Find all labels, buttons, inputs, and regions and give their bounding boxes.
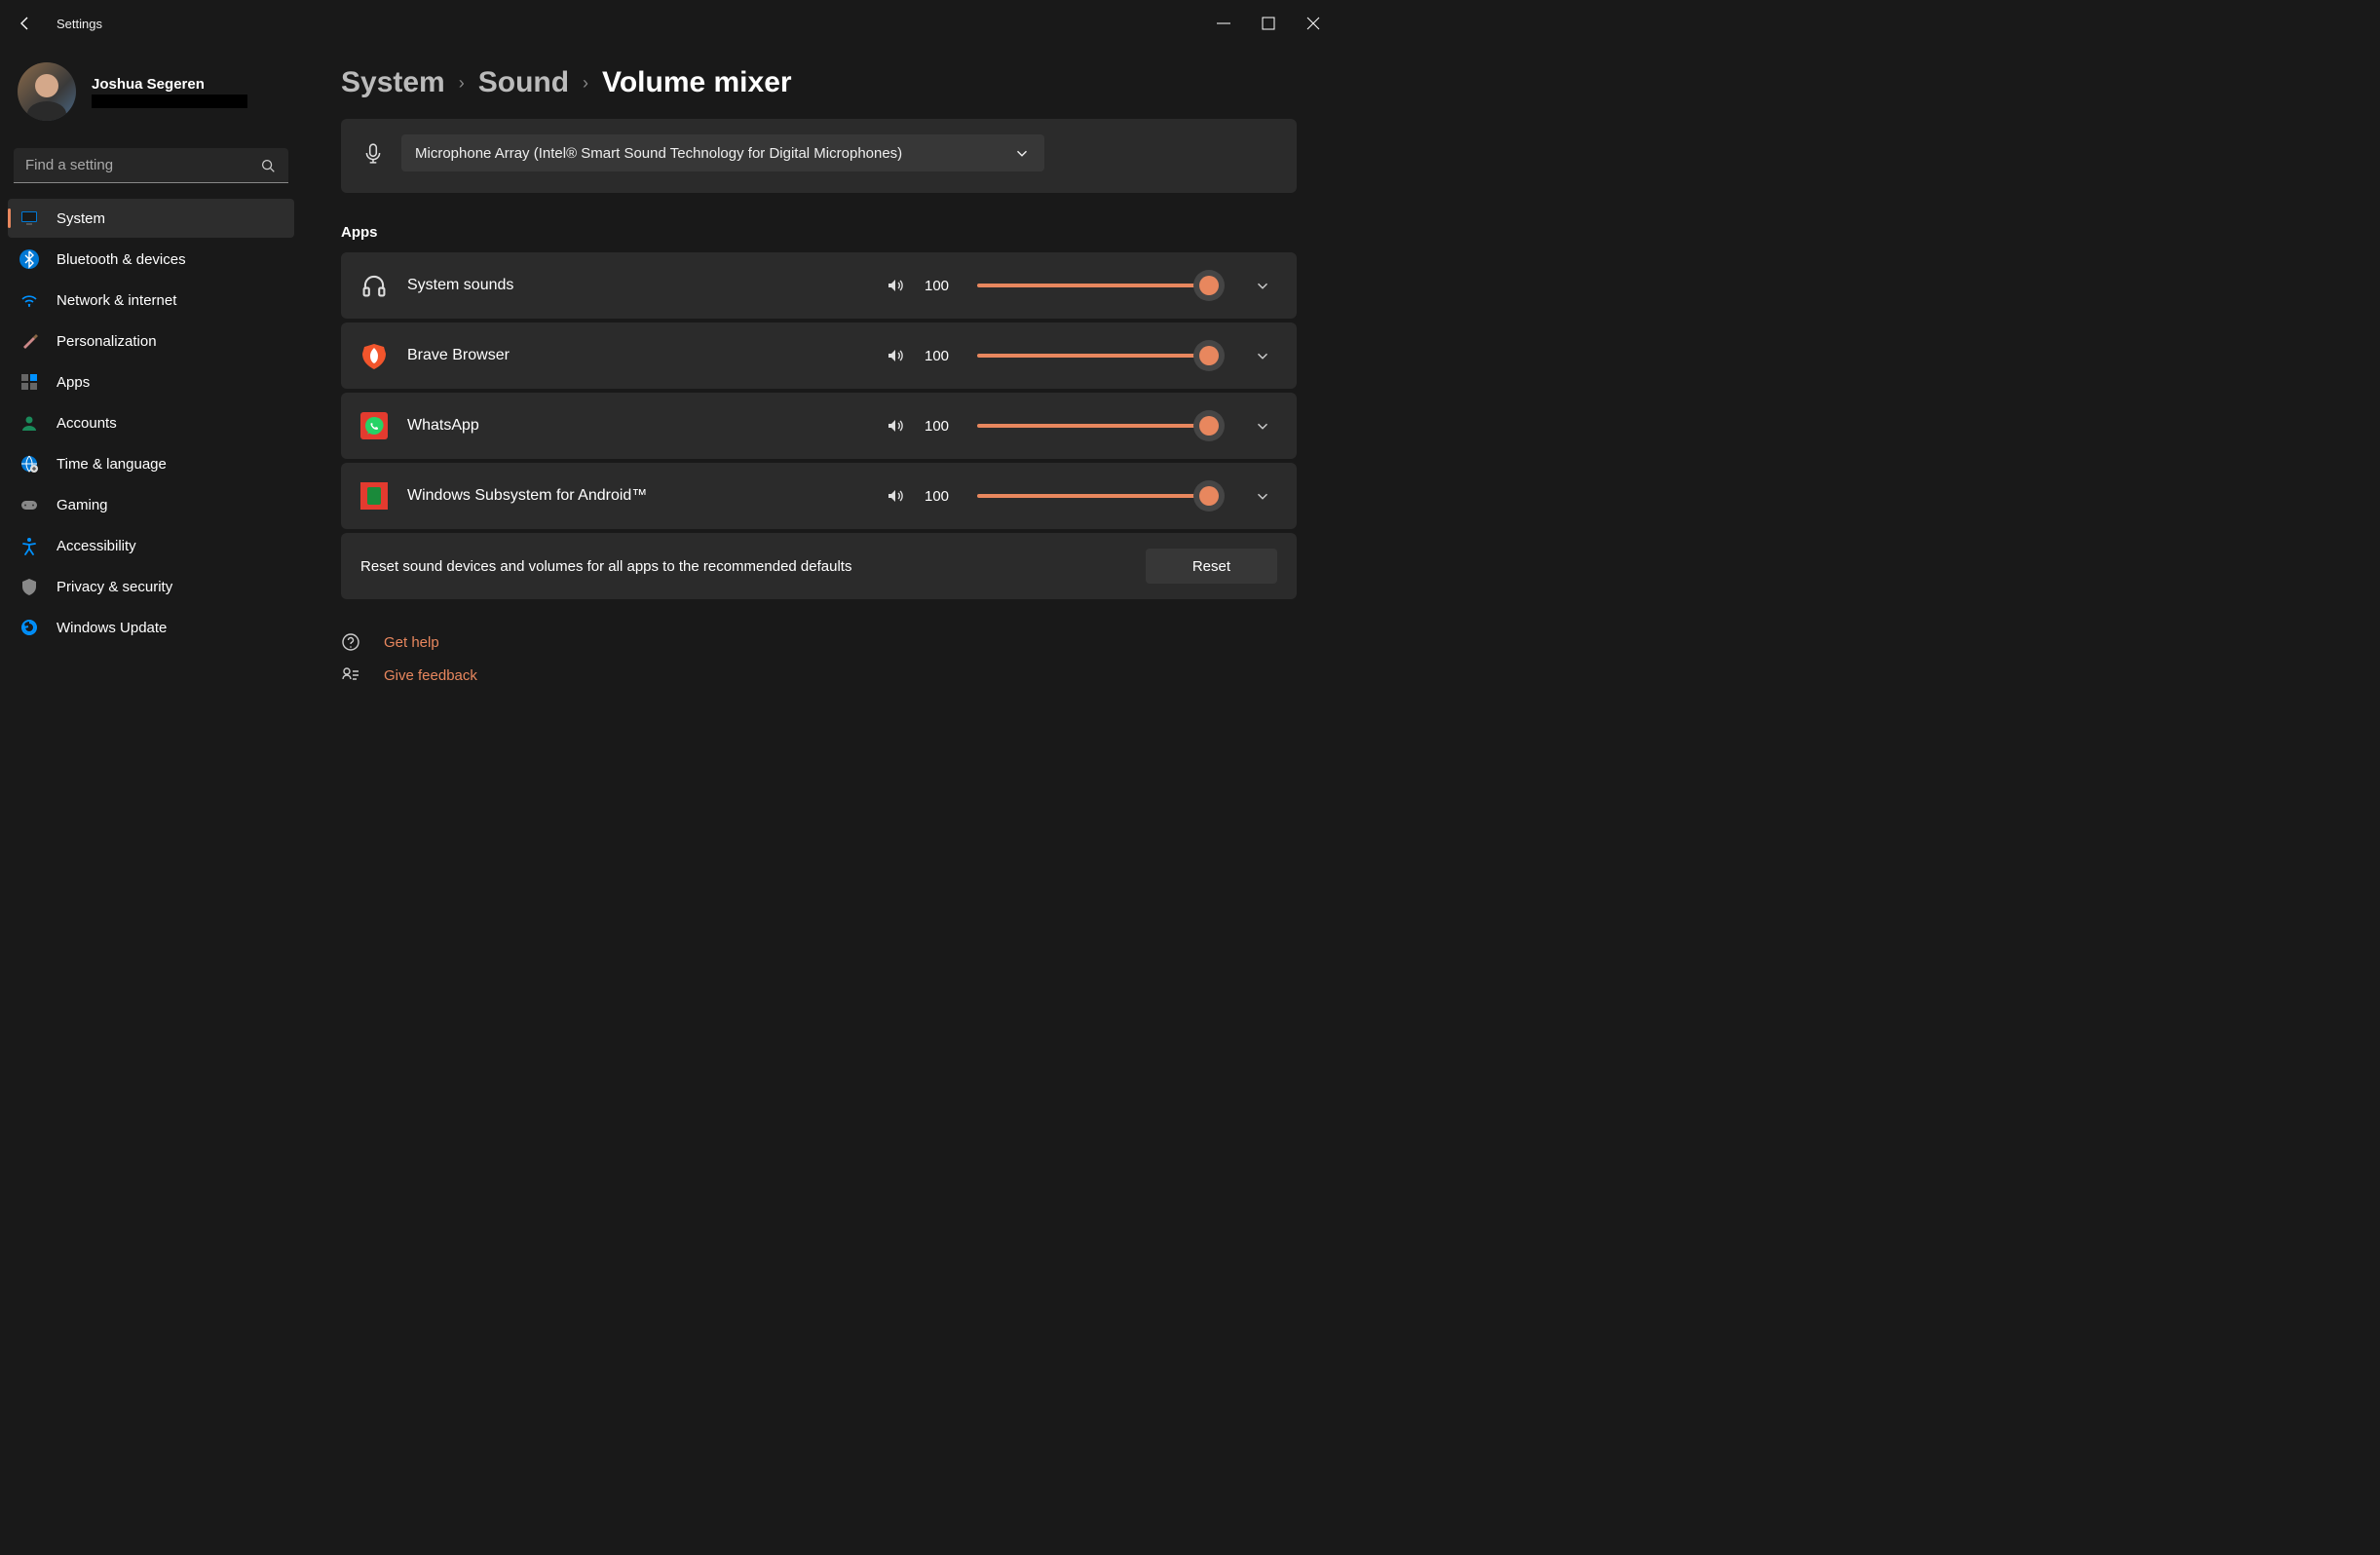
give-feedback-link[interactable]: Give feedback [341,665,1297,685]
app-volume-row: WhatsApp 100 [341,393,1297,459]
give-feedback-label: Give feedback [384,667,477,684]
sidebar-item-apps[interactable]: Apps [8,362,294,401]
app-name: Windows Subsystem for Android™ [407,487,797,505]
microphone-icon [362,142,384,164]
avatar [18,62,76,121]
shield-icon [19,577,39,596]
whatsapp-icon [360,412,388,439]
expand-button[interactable] [1248,271,1277,300]
sidebar-item-windows-update[interactable]: Windows Update [8,608,294,647]
window-close-button[interactable] [1291,8,1336,39]
reset-button[interactable]: Reset [1146,549,1277,584]
volume-value: 100 [925,348,958,364]
headphones-icon [360,272,388,299]
sidebar-item-label: Gaming [57,497,108,513]
profile-block[interactable]: Joshua Segeren [8,58,294,134]
app-name: Brave Browser [407,347,797,364]
input-device-card: Microphone Array (Intel® Smart Sound Tec… [341,119,1297,193]
content-area: System › Sound › Volume mixer Microphone… [302,47,1336,872]
sidebar-item-label: Apps [57,374,90,391]
app-name: System sounds [407,277,797,294]
nav-list: System Bluetooth & devices Network & inter… [8,199,294,647]
volume-value: 100 [925,418,958,435]
app-volume-list: System sounds100Brave Browser100WhatsApp… [341,252,1297,529]
app-volume-row: Windows Subsystem for Android™ 100 [341,463,1297,529]
sidebar-item-label: Network & internet [57,292,176,309]
volume-icon[interactable] [886,416,905,436]
sidebar-item-label: Bluetooth & devices [57,251,186,268]
get-help-link[interactable]: Get help [341,632,1297,652]
search-icon [259,157,277,174]
help-icon [341,632,360,652]
expand-button[interactable] [1248,341,1277,370]
volume-slider[interactable] [977,276,1217,295]
chevron-right-icon: › [583,73,588,94]
monitor-icon [19,209,39,228]
sidebar-item-label: Time & language [57,456,167,473]
search-box[interactable] [14,148,288,183]
gamepad-icon [19,495,39,514]
sidebar-item-privacy-security[interactable]: Privacy & security [8,567,294,606]
sidebar-item-personalization[interactable]: Personalization [8,322,294,360]
search-input[interactable] [25,157,259,173]
volume-slider[interactable] [977,416,1217,436]
window-minimize-button[interactable] [1201,8,1246,39]
sidebar-item-time-language[interactable]: Time & language [8,444,294,483]
brush-icon [19,331,39,351]
feedback-icon [341,665,360,685]
update-icon [19,618,39,637]
app-title: Settings [57,17,102,31]
sidebar-item-accounts[interactable]: Accounts [8,403,294,442]
window-maximize-button[interactable] [1246,8,1291,39]
globe-icon [19,454,39,474]
volume-value: 100 [925,278,958,294]
volume-slider[interactable] [977,346,1217,365]
profile-email-redacted [92,95,247,108]
sidebar-item-label: System [57,210,105,227]
breadcrumb: System › Sound › Volume mixer [341,66,1297,99]
sidebar-item-label: Personalization [57,333,157,350]
apps-icon [19,372,39,392]
person-icon [19,413,39,433]
breadcrumb-system[interactable]: System [341,66,445,99]
chevron-down-icon [1013,144,1031,162]
volume-value: 100 [925,488,958,505]
brave-icon [360,342,388,369]
titlebar: Settings [0,0,1336,47]
bluetooth-icon [19,249,39,269]
input-device-selected: Microphone Array (Intel® Smart Sound Tec… [415,145,902,162]
volume-slider[interactable] [977,486,1217,506]
breadcrumb-sound[interactable]: Sound [478,66,569,99]
input-device-dropdown[interactable]: Microphone Array (Intel® Smart Sound Tec… [401,134,1044,171]
reset-row: Reset sound devices and volumes for all … [341,533,1297,599]
sidebar: Joshua Segeren System Bluetooth & devices… [0,47,302,872]
volume-icon[interactable] [886,486,905,506]
sidebar-item-network-internet[interactable]: Network & internet [8,281,294,320]
app-volume-row: System sounds 100 [341,252,1297,319]
wsa-icon [360,482,388,510]
get-help-label: Get help [384,634,439,651]
expand-button[interactable] [1248,411,1277,440]
sidebar-item-gaming[interactable]: Gaming [8,485,294,524]
sidebar-item-label: Accessibility [57,538,136,554]
volume-icon[interactable] [886,346,905,365]
breadcrumb-current: Volume mixer [602,66,792,99]
expand-button[interactable] [1248,481,1277,511]
chevron-right-icon: › [459,73,465,94]
apps-section-title: Apps [341,224,1297,241]
app-volume-row: Brave Browser 100 [341,322,1297,389]
sidebar-item-accessibility[interactable]: Accessibility [8,526,294,565]
profile-name: Joshua Segeren [92,76,247,93]
sidebar-item-bluetooth-devices[interactable]: Bluetooth & devices [8,240,294,279]
volume-icon[interactable] [886,276,905,295]
sidebar-item-system[interactable]: System [8,199,294,238]
app-name: WhatsApp [407,417,797,435]
accessibility-icon [19,536,39,555]
reset-description: Reset sound devices and volumes for all … [360,558,851,575]
sidebar-item-label: Privacy & security [57,579,172,595]
back-button[interactable] [12,10,39,37]
sidebar-item-label: Accounts [57,415,117,432]
wifi-icon [19,290,39,310]
sidebar-item-label: Windows Update [57,620,167,636]
